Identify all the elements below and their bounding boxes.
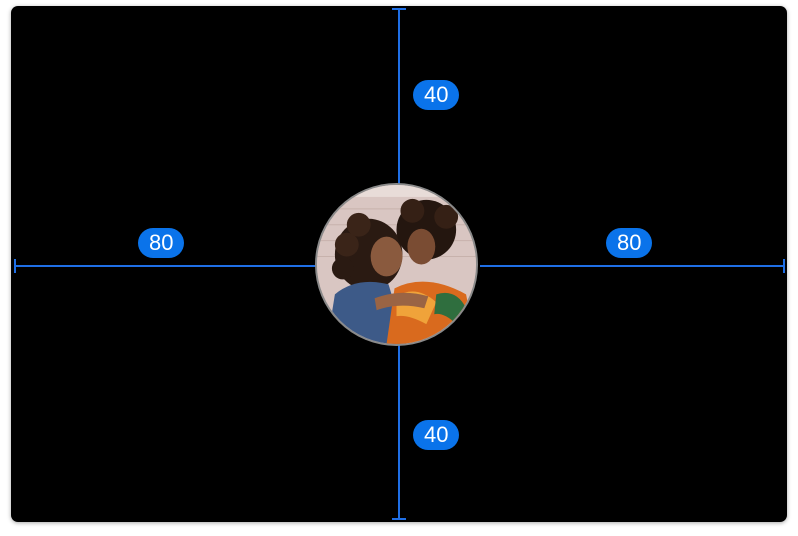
top-spacing-badge: 40	[413, 80, 460, 110]
bottom-spacing-badge: 40	[413, 420, 460, 450]
avatar-photo	[317, 185, 476, 344]
avatar-photo-icon	[317, 185, 476, 344]
right-spacing-badge: 80	[606, 228, 653, 258]
left-spacing-badge: 80	[138, 228, 185, 258]
